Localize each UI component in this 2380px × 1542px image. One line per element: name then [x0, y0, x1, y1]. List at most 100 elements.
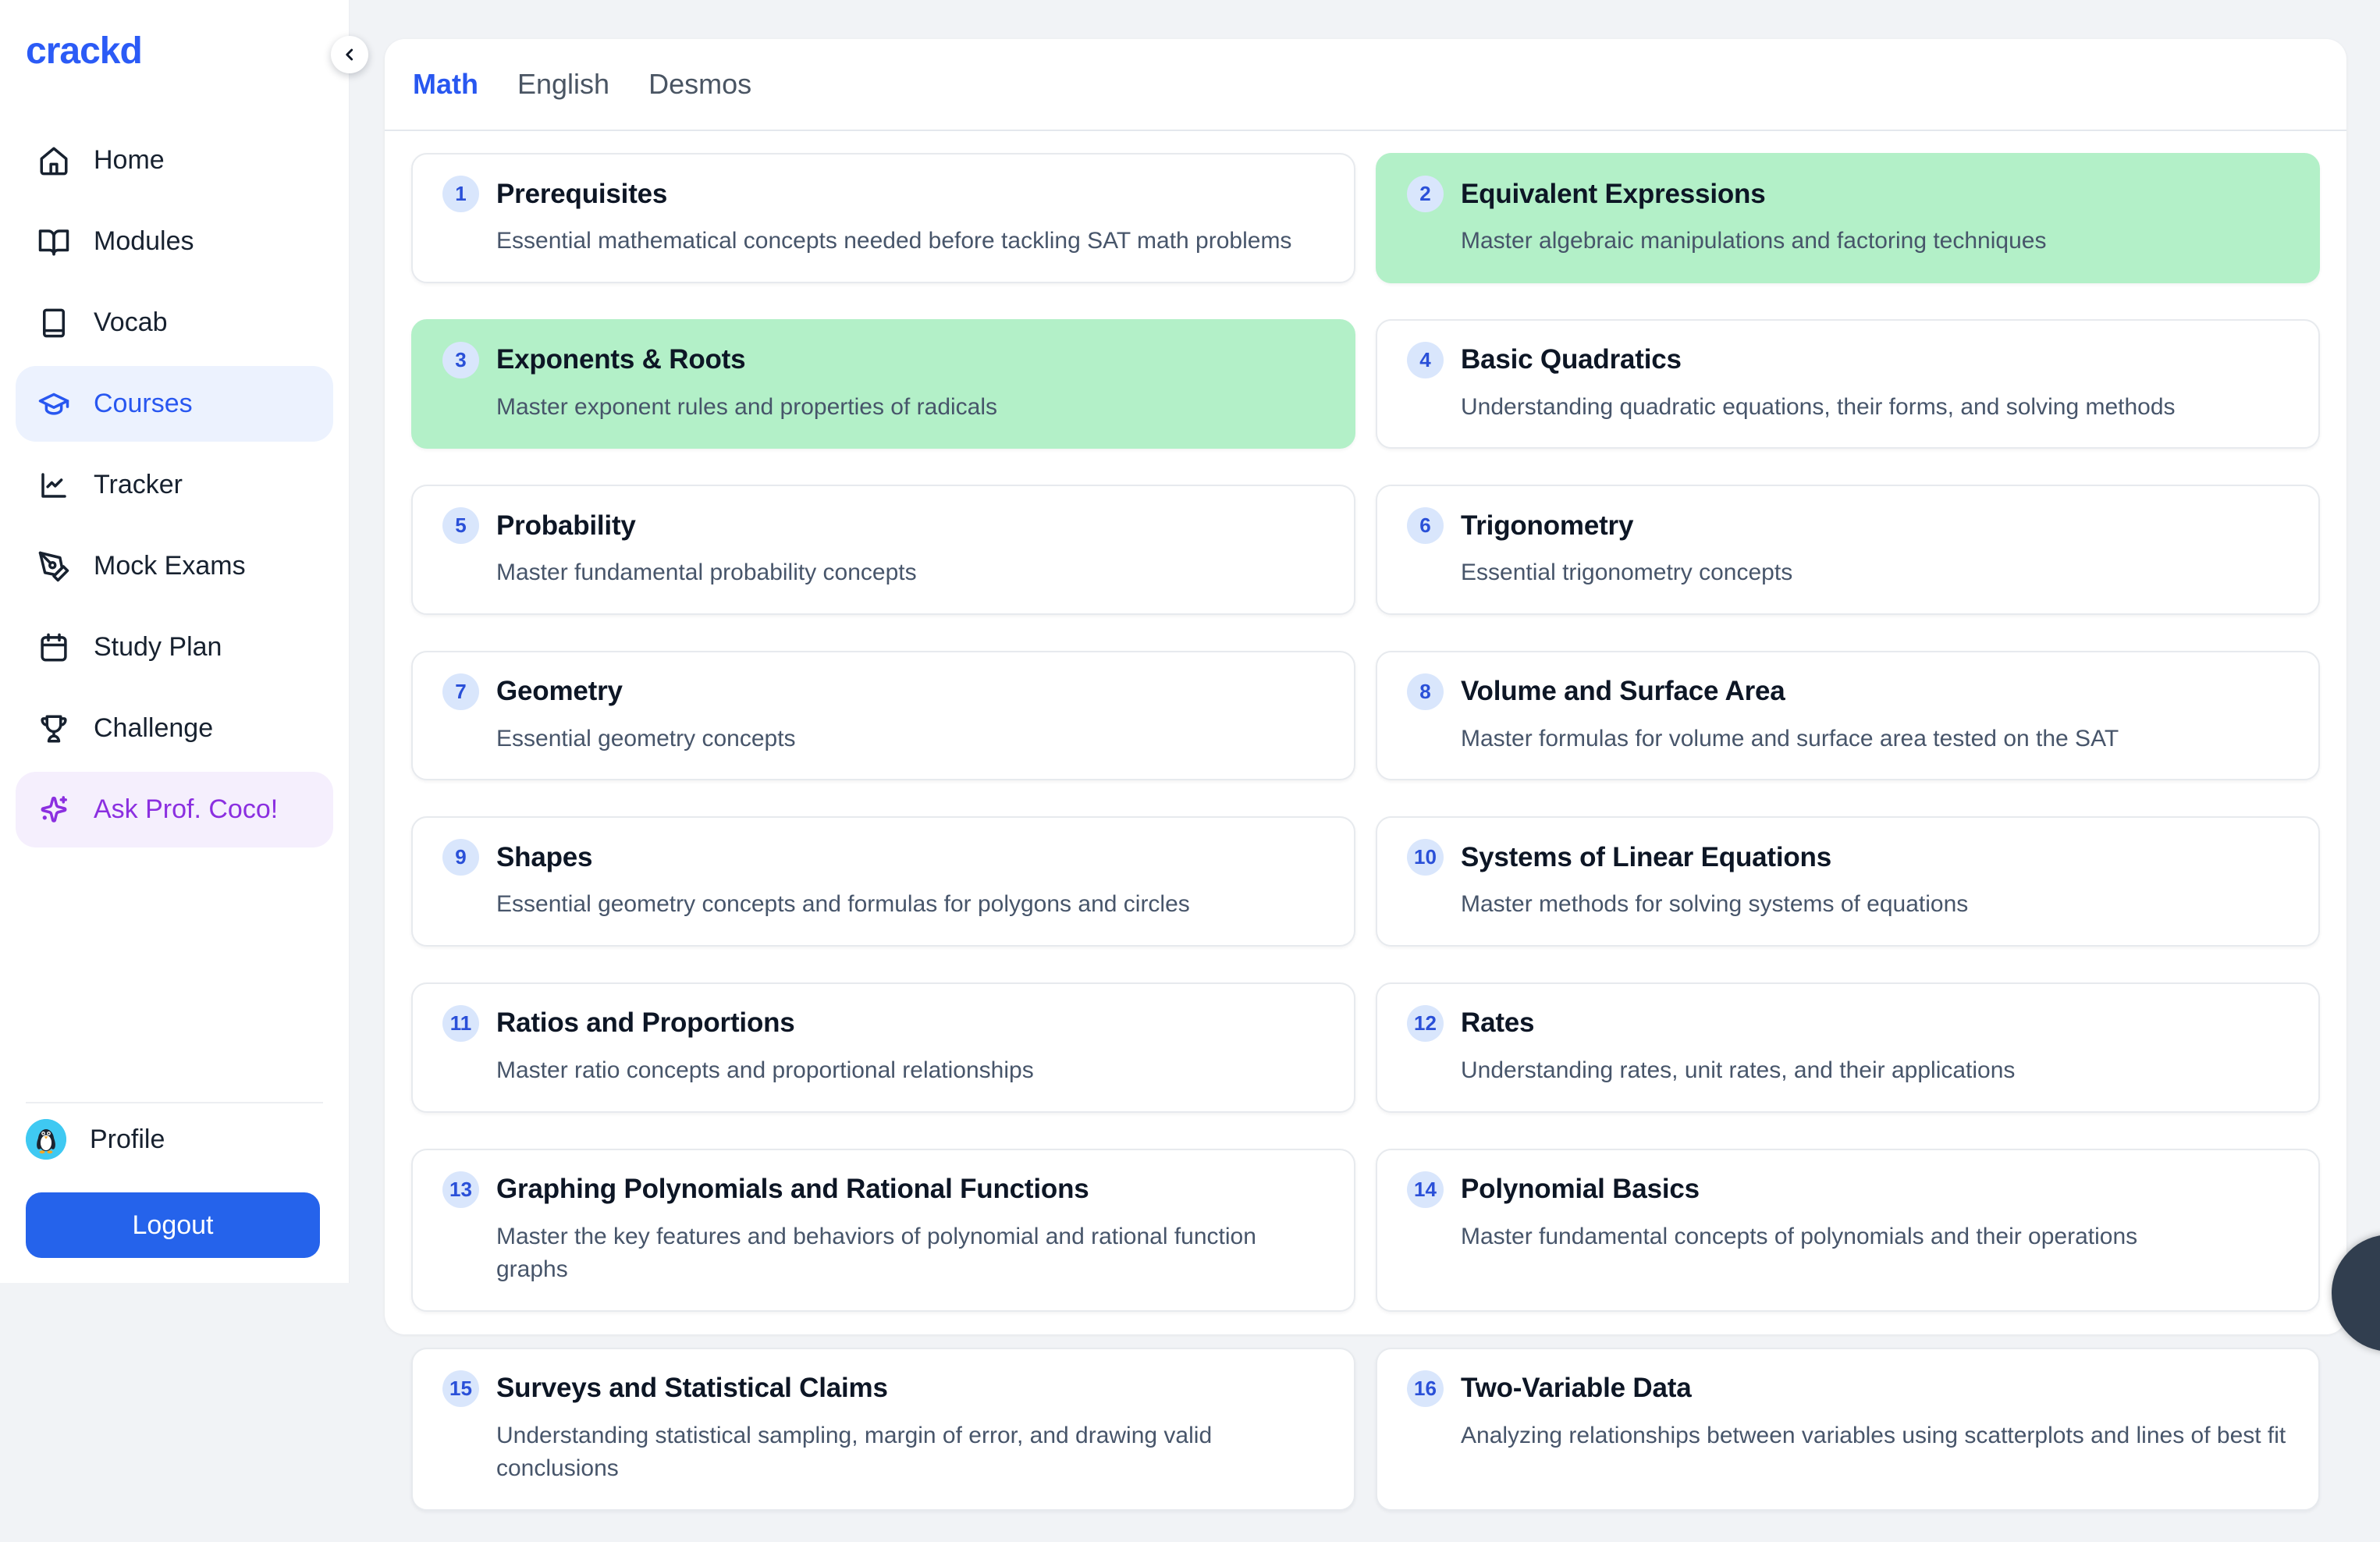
tab-english[interactable]: English — [517, 68, 609, 101]
course-description: Understanding statistical sampling, marg… — [496, 1419, 1326, 1486]
course-card[interactable]: 2Equivalent Expressions Master algebraic… — [1376, 153, 2320, 283]
sidebar-item-label: Tracker — [94, 470, 183, 500]
sidebar-item-label: Courses — [94, 389, 193, 419]
course-number-badge: 8 — [1407, 673, 1444, 710]
course-card[interactable]: 4Basic Quadratics Understanding quadrati… — [1376, 319, 2320, 449]
sidebar-item-courses[interactable]: Courses — [16, 366, 333, 442]
trophy-icon — [37, 712, 70, 745]
course-description: Master fundamental concepts of polynomia… — [1461, 1220, 2290, 1254]
course-number-badge: 5 — [442, 507, 479, 544]
course-card[interactable]: 6 Trigonometry Essential trigonometry con… — [1376, 485, 2320, 615]
sidebar-item-study-plan[interactable]: Study Plan — [16, 609, 333, 685]
sidebar-item-label: Ask Prof. Coco! — [94, 794, 278, 825]
sidebar-item-ask-prof-coco[interactable]: Ask Prof. Coco! — [16, 772, 333, 847]
course-number-badge: 9 — [442, 839, 479, 876]
profile-item[interactable]: Profile — [26, 1116, 323, 1163]
course-card[interactable]: 5 Probability Master fundamental probabil… — [411, 485, 1355, 615]
course-title: Surveys and Statistical Claims — [496, 1373, 888, 1404]
course-title: Probability — [496, 510, 636, 542]
course-description: Essential trigonometry concepts — [1461, 556, 2290, 590]
course-number-badge: 14 — [1407, 1171, 1444, 1208]
course-card[interactable]: 13 Graphing Polynomials and Rational Func… — [411, 1149, 1355, 1312]
course-description: Essential mathematical concepts needed b… — [496, 225, 1326, 258]
sidebar-item-label: Mock Exams — [94, 551, 246, 581]
penguin-avatar — [26, 1119, 66, 1160]
course-title: Trigonometry — [1461, 510, 1633, 542]
course-card[interactable]: 12 Rates Understanding rates, unit rates,… — [1376, 982, 2320, 1113]
course-number-badge: 2 — [1407, 176, 1444, 212]
course-description: Essential geometry concepts — [496, 723, 1326, 756]
course-description: Understanding rates, unit rates, and the… — [1461, 1054, 2290, 1088]
course-card[interactable]: 7 Geometry Essential geometry concepts — [411, 651, 1355, 781]
calendar-icon — [37, 631, 70, 664]
sidebar-item-tracker[interactable]: Tracker — [16, 447, 333, 523]
course-number-badge: 10 — [1407, 839, 1444, 876]
course-number-badge: 7 — [442, 673, 479, 710]
course-number-badge: 15 — [442, 1370, 479, 1407]
course-title: Volume and Surface Area — [1461, 676, 1785, 707]
book-icon — [37, 307, 70, 339]
course-number-badge: 13 — [442, 1171, 479, 1208]
course-description: Master methods for solving systems of eq… — [1461, 888, 2290, 922]
course-description: Master formulas for volume and surface a… — [1461, 723, 2290, 756]
course-description: Essential geometry concepts and formulas… — [496, 888, 1326, 922]
course-number-badge: 1 — [442, 176, 479, 212]
course-description: Master ratio concepts and proportional r… — [496, 1054, 1326, 1088]
home-icon — [37, 144, 70, 177]
course-card[interactable]: 14 Polynomial Basics Master fundamental c… — [1376, 1149, 2320, 1312]
app-logo: crackd — [26, 30, 349, 73]
sidebar-item-label: Modules — [94, 226, 194, 257]
sidebar: crackd Home Modules Vocab Courses — [0, 0, 350, 1283]
course-title: Polynomial Basics — [1461, 1174, 1700, 1205]
course-description: Understanding quadratic equations, their… — [1461, 391, 2290, 425]
course-card[interactable]: 10 Systems of Linear Equations Master met… — [1376, 816, 2320, 947]
sidebar-item-home[interactable]: Home — [16, 123, 333, 198]
tab-bar: Math English Desmos — [385, 39, 2346, 131]
course-title: Graphing Polynomials and Rational Functi… — [496, 1174, 1089, 1205]
course-card[interactable]: 3Exponents & Roots Master exponent rules… — [411, 319, 1355, 449]
course-number-badge: 12 — [1407, 1005, 1444, 1042]
course-title: Shapes — [496, 842, 592, 873]
sidebar-item-label: Home — [94, 145, 165, 176]
sidebar-collapse-button[interactable] — [331, 36, 368, 73]
course-card[interactable]: 9 Shapes Essential geometry concepts and … — [411, 816, 1355, 947]
course-number-badge: 16 — [1407, 1370, 1444, 1407]
sparkles-icon — [37, 794, 70, 826]
course-description: Master exponent rules and properties of … — [496, 391, 1326, 425]
course-title: Ratios and Proportions — [496, 1007, 795, 1039]
course-card[interactable]: 1 Prerequisites Essential mathematical co… — [411, 153, 1355, 283]
sidebar-item-label: Study Plan — [94, 632, 222, 663]
course-title: Geometry — [496, 676, 623, 707]
course-number-badge: 6 — [1407, 507, 1444, 544]
course-grid: 1 Prerequisites Essential mathematical co… — [385, 131, 2346, 1542]
course-number-badge: 11 — [442, 1005, 479, 1042]
tab-desmos[interactable]: Desmos — [648, 68, 751, 101]
tab-math[interactable]: Math — [413, 68, 478, 101]
pen-tool-icon — [37, 550, 70, 583]
course-card[interactable]: 11 Ratios and Proportions Master ratio co… — [411, 982, 1355, 1113]
course-description: Master the key features and behaviors of… — [496, 1220, 1326, 1287]
course-card[interactable]: 15 Surveys and Statistical Claims Underst… — [411, 1348, 1355, 1511]
sidebar-item-mock-exams[interactable]: Mock Exams — [16, 528, 333, 604]
sidebar-divider — [26, 1102, 323, 1103]
profile-label: Profile — [90, 1125, 165, 1155]
sidebar-item-modules[interactable]: Modules — [16, 204, 333, 279]
sidebar-item-vocab[interactable]: Vocab — [16, 285, 333, 361]
course-card[interactable]: 16 Two-Variable Data Analyzing relationsh… — [1376, 1348, 2320, 1511]
course-title: Systems of Linear Equations — [1461, 842, 1831, 873]
graduation-cap-icon — [37, 388, 70, 421]
sidebar-item-challenge[interactable]: Challenge — [16, 691, 333, 766]
course-title: Two-Variable Data — [1461, 1373, 1691, 1404]
main-panel: Math English Desmos 1 Prerequisites Essen… — [385, 39, 2346, 1334]
course-description: Master fundamental probability concepts — [496, 556, 1326, 590]
course-description: Master algebraic manipulations and facto… — [1461, 225, 2290, 258]
sidebar-item-label: Vocab — [94, 307, 168, 338]
logout-button[interactable]: Logout — [26, 1192, 320, 1258]
course-card[interactable]: 8 Volume and Surface Area Master formulas… — [1376, 651, 2320, 781]
chart-line-icon — [37, 469, 70, 502]
course-description: Analyzing relationships between variable… — [1461, 1419, 2290, 1453]
course-title: Prerequisites — [496, 179, 667, 210]
course-number-badge: 4 — [1407, 342, 1444, 378]
course-title: Exponents & Roots — [496, 344, 745, 375]
course-title: Rates — [1461, 1007, 1534, 1039]
